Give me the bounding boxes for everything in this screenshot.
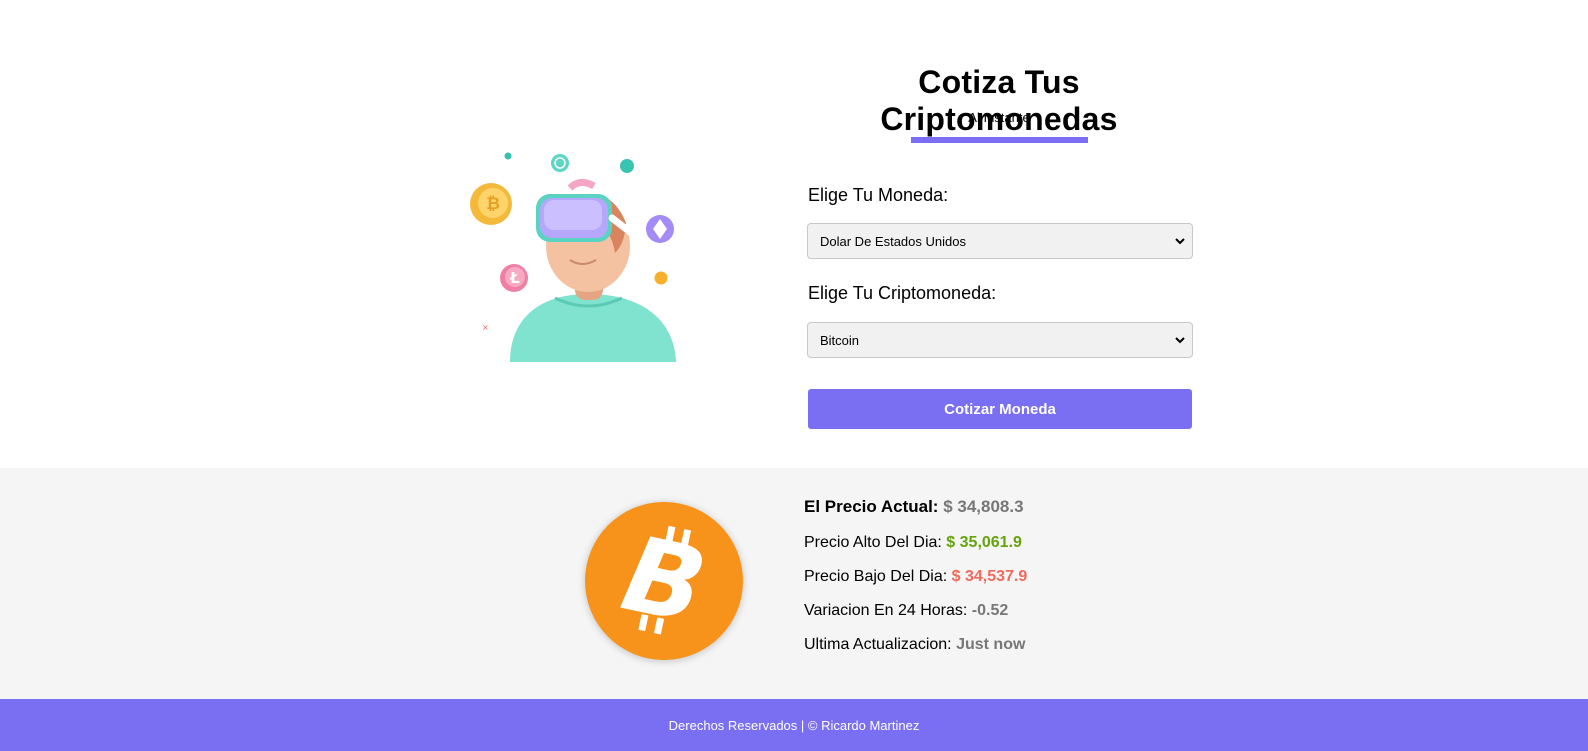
footer-text: Derechos Reservados | © Ricardo Martinez xyxy=(668,717,920,733)
change-24h-row: Variacion En 24 Horas: -0.52 xyxy=(804,602,1008,620)
currency-label: Elige Tu Moneda: xyxy=(808,185,949,205)
bitcoin-icon: B xyxy=(585,502,743,660)
low-price-label: Precio Bajo Del Dia: xyxy=(804,568,948,585)
current-price-row: El Precio Actual: $ 34,808.3 xyxy=(804,497,1024,517)
vr-crypto-illustration: ₿ Ł × xyxy=(470,152,676,362)
last-update-row: Ultima Actualizacion: Just now xyxy=(804,636,1025,654)
svg-text:×: × xyxy=(482,323,489,332)
quote-form-section: ₿ Ł × Cotiza Tus Criptomonedas Al Instan… xyxy=(0,0,1588,468)
page-subtitle: Al Instante xyxy=(968,110,1030,125)
high-price-label: Precio Alto Del Dia: xyxy=(804,534,942,551)
currency-select-value: Dolar De Estados Unidos xyxy=(820,233,966,249)
footer: Derechos Reservados | © Ricardo Martinez xyxy=(0,699,1588,751)
low-price-value: $ 34,537.9 xyxy=(951,568,1028,585)
chevron-down-icon xyxy=(1175,337,1185,344)
chevron-down-icon xyxy=(1175,238,1185,245)
svg-text:₿: ₿ xyxy=(486,194,500,214)
change-24h-value: -0.52 xyxy=(971,602,1009,619)
current-price-label: El Precio Actual: xyxy=(804,497,939,516)
title-underline xyxy=(911,137,1088,143)
cotizar-button[interactable]: Cotizar Moneda xyxy=(808,389,1192,429)
quote-result: B El Precio Actual: $ 34,808.3 Precio Al… xyxy=(0,468,1588,699)
currency-select[interactable]: Dolar De Estados Unidos xyxy=(807,223,1193,259)
low-price-row: Precio Bajo Del Dia: $ 34,537.9 xyxy=(804,568,1027,586)
svg-text:Ł: Ł xyxy=(509,269,520,287)
change-24h-label: Variacion En 24 Horas: xyxy=(804,602,968,619)
crypto-select[interactable]: Bitcoin xyxy=(807,322,1193,358)
svg-text:B: B xyxy=(613,512,716,648)
last-update-label: Ultima Actualizacion: xyxy=(804,636,952,653)
page-title: Cotiza Tus Criptomonedas xyxy=(880,64,1118,137)
high-price-row: Precio Alto Del Dia: $ 35,061.9 xyxy=(804,534,1022,552)
crypto-select-value: Bitcoin xyxy=(820,332,860,348)
bitcoin-symbol-icon: B xyxy=(613,512,716,648)
current-price-value: $ 34,808.3 xyxy=(943,497,1024,516)
last-update-value: Just now xyxy=(956,636,1026,653)
crypto-label: Elige Tu Criptomoneda: xyxy=(808,283,997,303)
high-price-value: $ 35,061.9 xyxy=(946,534,1022,551)
